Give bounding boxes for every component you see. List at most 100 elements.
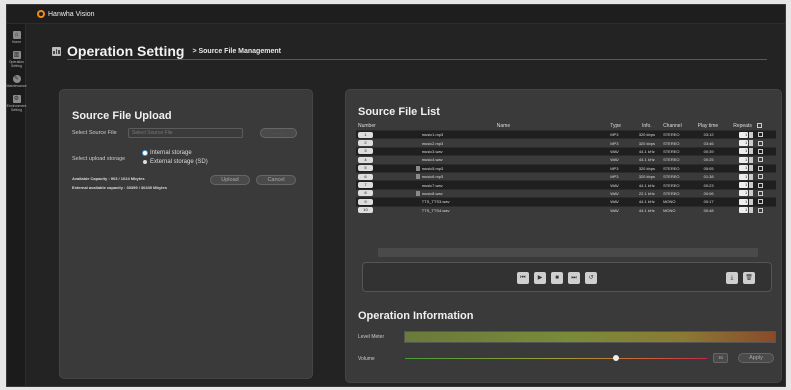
repeats-stepper[interactable] — [749, 173, 754, 180]
repeat-icon[interactable]: ↺ — [585, 272, 597, 284]
play-icon[interactable]: ▶ — [534, 272, 546, 284]
repeats-stepper[interactable] — [749, 140, 754, 147]
file-name: music5.mp3 — [421, 165, 444, 171]
repeats-stepper[interactable] — [749, 182, 754, 189]
sidebar-item-home[interactable]: ⌂ Home — [7, 31, 26, 44]
column-header-info[interactable]: Info. — [633, 122, 661, 131]
file-type: WAV — [608, 205, 633, 215]
volume-slider-track[interactable] — [405, 358, 707, 359]
level-meter — [404, 331, 776, 343]
row-checkbox[interactable] — [758, 207, 764, 213]
repeats-input[interactable]: 1 — [739, 131, 749, 138]
repeats-stepper[interactable] — [749, 207, 754, 214]
repeats-header-label: Repeats — [733, 123, 752, 129]
file-channel: STEREO — [661, 129, 696, 139]
brand-name: Hanwha Vision — [48, 10, 95, 18]
cancel-button[interactable]: Cancel — [256, 175, 296, 185]
repeats-stepper[interactable] — [749, 131, 754, 138]
row-checkbox[interactable] — [758, 190, 764, 196]
sidebar-item-operation-setting[interactable]: ▥ Operation Setting — [7, 51, 26, 68]
table-row[interactable]: 4 music4.wav WAV 44.1 kHz STEREO 00:25 1 — [356, 155, 776, 165]
column-header-number[interactable]: Number — [356, 122, 399, 131]
table-row[interactable]: 5 music5.mp3 MP3 320 kbps STEREO 05:05 1 — [356, 163, 776, 173]
repeats-stepper[interactable] — [749, 198, 754, 205]
row-name-cell: TTS_TTS3.wav — [398, 197, 609, 207]
file-play-time: 00:48 — [695, 205, 732, 215]
table-row[interactable]: 2 music2.mp3 MP3 320 kbps STEREO 03:46 1 — [356, 138, 776, 148]
horizontal-scrollbar[interactable] — [378, 248, 758, 257]
radio-internal-storage[interactable]: Internal storage — [143, 150, 192, 156]
sidebar-item-maintenance[interactable]: ✎ Maintenance — [6, 75, 27, 88]
home-icon: ⌂ — [12, 31, 21, 39]
repeats-input[interactable]: 1 — [739, 182, 749, 189]
settings-icon: ⚙ — [12, 95, 21, 103]
table-row[interactable]: 9 TTS_TTS3.wav WAV 44.1 kHz MONO 00:17 1 — [356, 197, 776, 207]
row-number-cell: 1 — [356, 129, 399, 139]
table-row[interactable]: 10 TTS_TTS4.wav WAV 44.1 kHz MONO 00:48 1 — [356, 205, 776, 215]
table-row[interactable]: 8 music8.wav WAV 22.1 kHz STEREO 00:06 1 — [356, 188, 776, 198]
repeats-input[interactable]: 1 — [739, 190, 749, 197]
column-header-type[interactable]: Type — [608, 122, 632, 131]
repeats-input[interactable]: 1 — [739, 148, 749, 155]
row-checkbox[interactable] — [758, 148, 764, 154]
skip-back-icon[interactable]: ⏮ — [517, 272, 529, 284]
file-play-time: 03:12 — [695, 129, 732, 139]
repeats-stepper[interactable] — [749, 190, 754, 197]
row-checkbox[interactable] — [758, 182, 764, 188]
file-play-time: 00:06 — [695, 188, 732, 198]
table-row[interactable]: 7 music7.wav WAV 44.1 kHz STEREO 00:23 1 — [356, 180, 776, 190]
volume-value[interactable]: 70 — [713, 353, 728, 363]
list-panel-title: Source File List — [358, 106, 440, 118]
repeats-input[interactable]: 1 — [739, 198, 749, 205]
radio-external-storage[interactable]: External storage (SD) — [143, 159, 208, 165]
apply-button[interactable]: Apply — [738, 353, 774, 363]
skip-forward-icon[interactable]: ⏭ — [568, 272, 580, 284]
stop-icon[interactable]: ■ — [551, 272, 563, 284]
file-type: WAV — [608, 155, 633, 165]
row-checkbox[interactable] — [758, 140, 764, 146]
repeats-cell: 1 — [731, 180, 776, 190]
brand-logo[interactable]: Hanwha Vision — [37, 10, 95, 18]
browse-button[interactable]: . . . . — [260, 128, 297, 138]
repeats-input[interactable]: 1 — [739, 140, 749, 147]
source-file-upload-panel: Source File Upload Select Source File Se… — [59, 89, 313, 379]
repeats-input[interactable]: 1 — [739, 156, 749, 163]
repeats-stepper[interactable] — [749, 156, 754, 163]
repeats-input[interactable]: 1 — [739, 207, 749, 214]
row-number: 3 — [358, 148, 373, 155]
row-checkbox[interactable] — [758, 132, 764, 138]
row-number-cell: 5 — [356, 163, 399, 173]
file-type: WAV — [608, 188, 633, 198]
level-meter-label: Level Meter — [358, 334, 385, 340]
row-checkbox[interactable] — [758, 157, 764, 163]
source-file-input[interactable]: Select Source File — [128, 128, 243, 138]
column-header-name[interactable]: Name — [399, 122, 608, 131]
trash-icon[interactable]: 🗑 — [743, 272, 755, 284]
chart-icon: ▥ — [12, 51, 21, 59]
file-name: TTS_TTS3.wav — [421, 199, 450, 205]
select-all-checkbox[interactable] — [757, 123, 763, 129]
repeats-input[interactable]: 1 — [739, 165, 749, 172]
row-checkbox[interactable] — [758, 165, 764, 171]
volume-slider-thumb[interactable] — [613, 355, 619, 361]
file-name: music7.wav — [421, 182, 443, 188]
row-number: 1 — [358, 131, 373, 138]
row-checkbox[interactable] — [758, 174, 764, 180]
upload-button[interactable]: Upload — [210, 175, 250, 185]
table-body: 1 music1.mp3 MP3 320 kbps STEREO 03:12 1 2 music… — [356, 129, 776, 215]
repeats-stepper[interactable] — [749, 148, 754, 155]
table-row[interactable]: 3 music3.wav WAV 44.1 kHz STEREO 00:39 1 — [356, 146, 776, 156]
sidebar-item-environment-setting[interactable]: ⚙ Environment Setting — [7, 95, 26, 112]
column-header-play-time[interactable]: Play time — [696, 122, 732, 131]
table-row[interactable]: 1 music1.mp3 MP3 320 kbps STEREO 03:12 1 — [356, 129, 776, 139]
sidebar-item-label: Operation Setting — [8, 60, 25, 68]
row-number: 10 — [358, 207, 373, 214]
row-name-cell: TTS_TTS4.wav — [398, 205, 609, 215]
repeats-stepper[interactable] — [749, 165, 754, 172]
row-checkbox[interactable] — [758, 199, 764, 205]
repeats-input[interactable]: 1 — [739, 173, 749, 180]
column-header-channel[interactable]: Channel — [661, 122, 696, 131]
download-icon[interactable]: ⤓ — [726, 272, 738, 284]
file-info: 44.1 kHz — [632, 197, 662, 207]
table-row[interactable]: 6 music6.mp3 MP3 320 kbps STEREO 01:38 1 — [356, 171, 776, 181]
